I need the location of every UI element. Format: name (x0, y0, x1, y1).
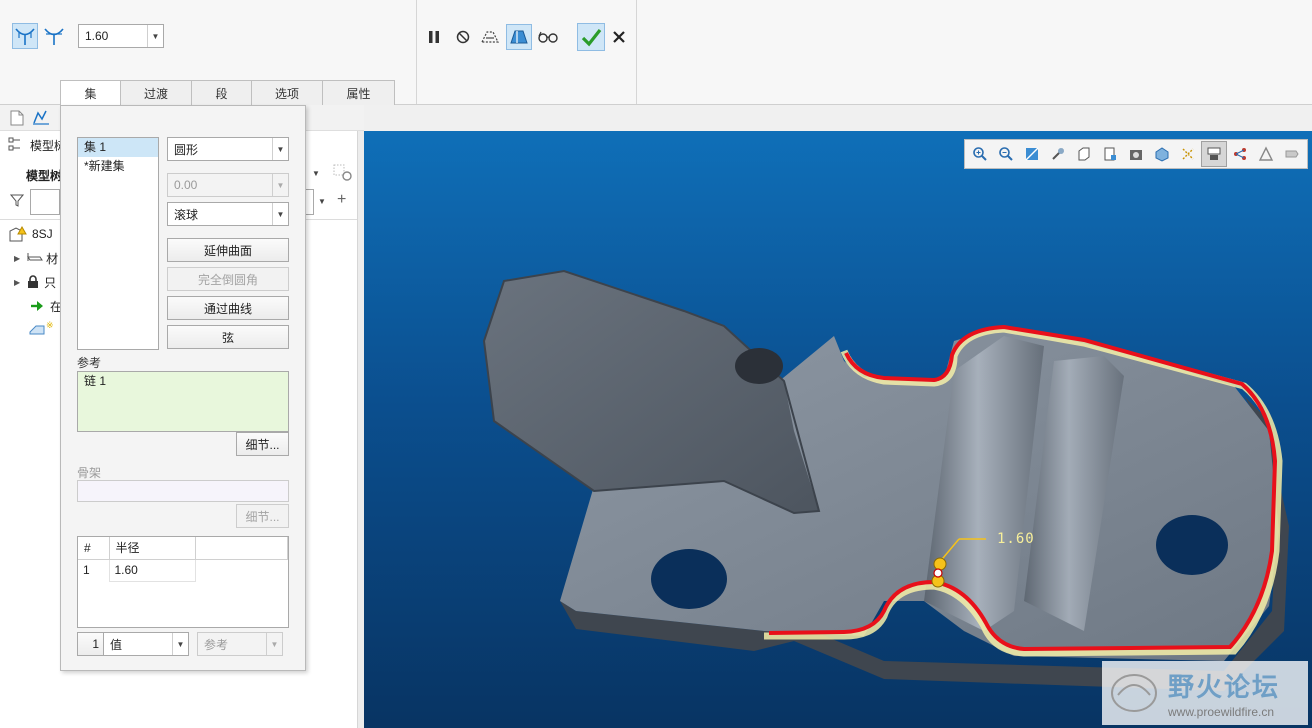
tree-dropdown2-icon[interactable]: ▼ (318, 197, 326, 206)
watermark-url: www.proewildfire.cn (1168, 705, 1275, 719)
set-item[interactable]: 集 1 (78, 138, 158, 157)
radius-header: 半径 (109, 537, 196, 560)
references-box[interactable]: 链 1 (77, 371, 289, 432)
value-select[interactable]: 值 ▼ (103, 632, 189, 656)
forum-watermark: 野火论坛 www.proewildfire.cn (1102, 661, 1308, 725)
tree-settings-icon[interactable] (332, 163, 354, 186)
triangle-warning-icon[interactable] (1253, 141, 1279, 167)
model-tree-subtitle: 模型树 (26, 169, 63, 183)
zoom-in-icon[interactable] (967, 141, 993, 167)
ok-check-icon[interactable] (577, 23, 605, 51)
chain-item[interactable]: 链 1 (78, 372, 288, 391)
new-set-item[interactable]: *新建集 (78, 157, 158, 176)
chevron-down-icon[interactable]: ▼ (272, 138, 288, 160)
round-feature-icon: ※ (29, 321, 54, 335)
full-round-button: 完全倒圆角 (167, 267, 289, 291)
chordal-radius-icon[interactable] (41, 23, 67, 49)
details-button[interactable]: 细节... (236, 432, 289, 456)
reorient-icon[interactable] (1045, 141, 1071, 167)
expand-arrow-icon[interactable]: ▶ (14, 278, 20, 287)
shape-select[interactable]: 圆形 ▼ (167, 137, 289, 161)
skeleton-box (77, 480, 289, 502)
index-header: # (78, 537, 110, 560)
no-preview-icon[interactable] (450, 24, 476, 50)
row-index: 1 (78, 559, 110, 581)
extend-surfaces-button[interactable]: 延伸曲面 (167, 238, 289, 262)
perspective-icon[interactable] (1123, 141, 1149, 167)
conic-value-select: 0.00 ▼ (167, 173, 289, 197)
tree-search-input[interactable] (30, 189, 60, 215)
svg-text:※: ※ (46, 321, 54, 331)
radius-combo[interactable]: 1.60 ▼ (78, 24, 164, 48)
saved-views-icon[interactable] (1071, 141, 1097, 167)
tab-properties[interactable]: 属性 (322, 80, 395, 105)
refit-icon[interactable] (1019, 141, 1045, 167)
reference-select: 参考 ▼ (197, 632, 283, 656)
datum-display-icon[interactable] (1175, 141, 1201, 167)
watermark-logo (1111, 674, 1157, 712)
add-icon[interactable]: + (337, 191, 346, 209)
row-radius[interactable]: 1.60 (109, 559, 196, 582)
sets-panel: 集 1 *新建集 圆形 ▼ 0.00 ▼ 滚球 ▼ 延伸曲面 完全倒圆角 通过曲… (60, 105, 306, 671)
separate-preview-icon[interactable] (477, 24, 503, 50)
through-curve-button[interactable]: 通过曲线 (167, 296, 289, 320)
ribbon-separator (636, 0, 637, 104)
radius-dimension-label[interactable]: 1.60 (997, 531, 1035, 547)
chevron-down-icon: ▼ (272, 174, 288, 196)
glasses-icon[interactable] (535, 24, 561, 50)
ribbon-separator (416, 0, 417, 104)
view-manager-icon[interactable] (1279, 141, 1305, 167)
model-tree-toggle-icon[interactable] (32, 109, 50, 128)
chord-button[interactable]: 弦 (167, 325, 289, 349)
radius-table: # 半径 1 1.60 (77, 536, 289, 628)
part-model[interactable] (364, 131, 1312, 728)
row-empty (195, 559, 288, 581)
radius-value: 1.60 (85, 29, 109, 43)
tree-scrollbar[interactable] (357, 131, 364, 728)
tab-transitions[interactable]: 过渡 (120, 80, 192, 105)
part-warning-icon (9, 225, 27, 242)
row-index-button[interactable]: 1 (77, 632, 103, 656)
tab-bar: 集 过渡 段 选项 属性 (60, 80, 395, 106)
tree-dropdown-icon[interactable]: ▼ (312, 169, 320, 178)
pause-icon[interactable] (421, 24, 447, 50)
chevron-down-icon: ▼ (266, 633, 282, 655)
zoom-out-icon[interactable] (993, 141, 1019, 167)
lock-icon (28, 275, 39, 288)
skeleton-details-button: 细节... (236, 504, 289, 528)
graphics-viewport[interactable]: 1.60 野火论坛 www.proewildfire.cn (364, 131, 1312, 728)
tab-sets[interactable]: 集 (60, 80, 121, 106)
spin-center-icon[interactable] (1227, 141, 1253, 167)
section-icon[interactable] (1149, 141, 1175, 167)
display-style-icon[interactable] (1097, 141, 1123, 167)
empty-header (195, 537, 288, 560)
ribbon: 1.60 ▼ 集 过渡 段 选项 属性 (0, 0, 1312, 106)
constant-radius-icon[interactable] (12, 23, 38, 49)
insert-arrow-icon (31, 301, 43, 311)
cancel-x-icon[interactable] (606, 24, 632, 50)
tab-pieces[interactable]: 段 (191, 80, 252, 105)
references-label: 参考 (77, 356, 102, 370)
tree-item-root[interactable]: 8SJ (8, 223, 68, 245)
new-file-icon[interactable] (10, 110, 24, 129)
tab-options[interactable]: 选项 (251, 80, 323, 105)
annotation-display-icon[interactable] (1201, 141, 1227, 167)
table-row[interactable]: 1 1.60 (78, 559, 288, 582)
expand-arrow-icon[interactable]: ▶ (14, 254, 20, 263)
view-toolbar (964, 139, 1308, 169)
chevron-down-icon[interactable]: ▼ (172, 633, 188, 655)
chevron-down-icon[interactable]: ▼ (272, 203, 288, 225)
material-icon (27, 253, 44, 261)
tree-layout-icon (8, 137, 22, 154)
method-select[interactable]: 滚球 ▼ (167, 202, 289, 226)
filter-icon[interactable] (9, 193, 25, 210)
chevron-down-icon[interactable]: ▼ (147, 25, 163, 47)
skeleton-label: 骨架 (77, 466, 102, 480)
verify-preview-icon[interactable] (506, 24, 532, 50)
tree-frame (306, 189, 314, 215)
watermark-title: 野火论坛 (1168, 672, 1281, 702)
sets-list[interactable]: 集 1 *新建集 (77, 137, 159, 350)
